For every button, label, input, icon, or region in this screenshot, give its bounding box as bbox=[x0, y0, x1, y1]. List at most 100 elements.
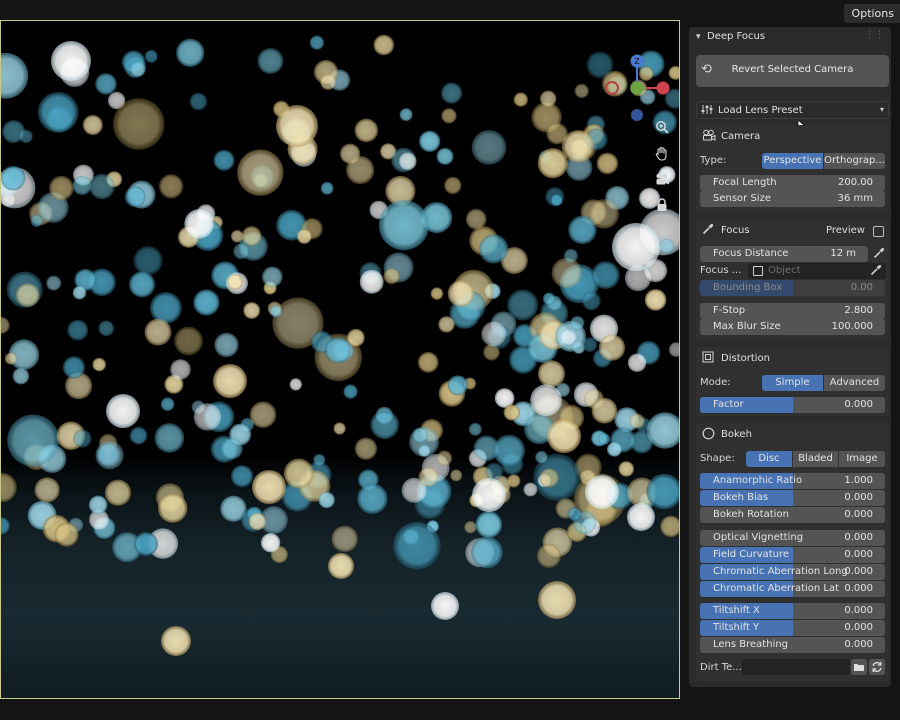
bokeh-rotation-value: 0.000 bbox=[844, 509, 873, 520]
circle-icon bbox=[702, 427, 715, 443]
camera-type-perspective[interactable]: Perspective bbox=[762, 153, 823, 169]
eyedropper-icon[interactable] bbox=[873, 247, 885, 262]
max-blur-label: Max Blur Size bbox=[713, 321, 781, 332]
optical-vignetting-label: Optical Vignetting bbox=[713, 532, 804, 543]
bokeh-rotation-label: Bokeh Rotation bbox=[713, 509, 789, 520]
camera-viewport[interactable]: Z bbox=[0, 20, 680, 699]
eyedropper-icon[interactable] bbox=[870, 264, 882, 279]
chromatic-aberration-lat-field[interactable]: Chromatic Aberration Lat 0.000 bbox=[700, 581, 885, 597]
camera-panel-header[interactable]: Camera bbox=[696, 125, 889, 147]
lens-breathing-label: Lens Breathing bbox=[713, 639, 789, 650]
tiltshift-x-field[interactable]: Tiltshift X 0.000 bbox=[700, 603, 885, 619]
focus-panel-header[interactable]: Focus Preview bbox=[696, 219, 889, 241]
camera-panel-title: Camera bbox=[721, 131, 761, 142]
tiltshift-x-value: 0.000 bbox=[844, 605, 873, 616]
tiltshift-y-label: Tiltshift Y bbox=[713, 622, 760, 633]
preview-label: Preview bbox=[826, 225, 865, 236]
distortion-panel: Distortion Mode: Simple Advanced Factor … bbox=[696, 347, 889, 416]
chevron-down-icon: ▾ bbox=[879, 105, 884, 114]
distortion-panel-title: Distortion bbox=[721, 353, 770, 364]
tiltshift-x-label: Tiltshift X bbox=[713, 605, 760, 616]
focal-length-label: Focal Length bbox=[713, 177, 777, 188]
distortion-mode-simple[interactable]: Simple bbox=[762, 375, 823, 391]
folder-icon[interactable] bbox=[851, 659, 867, 675]
distortion-factor-value: 0.000 bbox=[844, 399, 873, 410]
max-blur-value: 100.000 bbox=[831, 321, 873, 332]
chromatic-aberration-long-field[interactable]: Chromatic Aberration Long 0.000 bbox=[700, 564, 885, 580]
lens-breathing-field[interactable]: Lens Breathing 0.000 bbox=[700, 637, 885, 653]
field-curvature-field[interactable]: Field Curvature 0.000 bbox=[700, 547, 885, 563]
bokeh-bias-label: Bokeh Bias bbox=[713, 492, 769, 503]
bokeh-rotation-field[interactable]: Bokeh Rotation 0.000 bbox=[700, 507, 885, 523]
options-button[interactable]: Options bbox=[843, 4, 900, 23]
distortion-panel-header[interactable]: Distortion bbox=[696, 347, 889, 369]
sliders-icon bbox=[701, 104, 713, 118]
lens-preset-label: Load Lens Preset bbox=[718, 105, 803, 116]
refresh-icon[interactable] bbox=[869, 659, 885, 675]
sidebar-header[interactable]: ▾ Deep Focus ⋮⋮ bbox=[689, 27, 891, 49]
bokeh-bias-field[interactable]: Bokeh Bias 0.000 bbox=[700, 490, 885, 506]
lens-preset-dropdown[interactable]: Load Lens Preset ▾ bbox=[696, 101, 889, 119]
focus-panel-title: Focus bbox=[721, 225, 750, 236]
focal-length-value: 200.00 bbox=[838, 177, 873, 188]
revert-camera-label: Revert Selected Camera bbox=[731, 64, 854, 75]
drag-grip-icon[interactable]: ⋮⋮ bbox=[865, 30, 885, 40]
optical-vignetting-field[interactable]: Optical Vignetting 0.000 bbox=[700, 530, 885, 546]
sensor-size-value: 36 mm bbox=[837, 193, 873, 204]
anamorphic-ratio-field[interactable]: Anamorphic Ratio 1.000 bbox=[700, 473, 885, 489]
gizmo-x-axis[interactable] bbox=[656, 81, 670, 95]
object-icon bbox=[753, 266, 763, 276]
focus-distance-label: Focus Distance bbox=[713, 248, 789, 259]
chromatic-aberration-long-label: Chromatic Aberration Long bbox=[713, 566, 848, 577]
bounding-box-field: Bounding Box 0.00 bbox=[700, 280, 885, 296]
sidebar-title: Deep Focus bbox=[707, 31, 766, 42]
max-blur-field[interactable]: Max Blur Size 100.000 bbox=[700, 319, 885, 335]
anamorphic-ratio-label: Anamorphic Ratio bbox=[713, 475, 803, 486]
dirt-texture-field[interactable] bbox=[742, 659, 850, 675]
bounding-box-label: Bounding Box bbox=[713, 282, 783, 293]
gizmo-neg-z-axis[interactable] bbox=[631, 109, 643, 121]
f-stop-value: 2.800 bbox=[844, 305, 873, 316]
lock-icon[interactable] bbox=[653, 196, 671, 214]
bokeh-shape-label: Shape: bbox=[700, 453, 735, 464]
lens-breathing-value: 0.000 bbox=[844, 639, 873, 650]
sensor-size-label: Sensor Size bbox=[713, 193, 771, 204]
hand-pan-icon[interactable] bbox=[653, 144, 671, 162]
bokeh-panel-title: Bokeh bbox=[721, 429, 752, 440]
chevron-down-icon: ▾ bbox=[696, 32, 701, 42]
chromatic-aberration-lat-label: Chromatic Aberration Lat bbox=[713, 583, 840, 594]
focal-length-field[interactable]: Focal Length 200.00 bbox=[700, 175, 885, 191]
bokeh-render bbox=[1, 34, 679, 656]
optical-vignetting-value: 0.000 bbox=[844, 532, 873, 543]
camera-icon[interactable] bbox=[653, 170, 671, 188]
bokeh-bias-value: 0.000 bbox=[844, 492, 873, 503]
gizmo-z-label: Z bbox=[634, 57, 640, 66]
camera-type-orthographic[interactable]: Orthograp... bbox=[824, 153, 885, 169]
bokeh-shape-bladed[interactable]: Bladed bbox=[793, 451, 838, 467]
f-stop-field[interactable]: F-Stop 2.800 bbox=[700, 303, 885, 319]
gizmo-neg-x-axis[interactable] bbox=[605, 81, 619, 95]
bokeh-shape-image[interactable]: Image bbox=[839, 451, 885, 467]
revert-camera-button[interactable]: ⟲ Revert Selected Camera bbox=[696, 55, 889, 87]
tiltshift-y-value: 0.000 bbox=[844, 622, 873, 633]
focus-object-placeholder: Object bbox=[768, 265, 801, 276]
focus-distance-field[interactable]: Focus Distance 12 m bbox=[700, 246, 868, 262]
zoom-in-icon[interactable] bbox=[653, 118, 671, 136]
gizmo-y-axis[interactable] bbox=[630, 81, 644, 95]
bokeh-panel-header[interactable]: Bokeh bbox=[696, 423, 889, 445]
focus-object-field[interactable]: Object bbox=[748, 263, 886, 279]
preview-checkbox[interactable] bbox=[873, 226, 884, 237]
camera-panel: Camera Type: Perspective Orthograp... Fo… bbox=[696, 125, 889, 212]
distortion-mode-advanced[interactable]: Advanced bbox=[824, 375, 885, 391]
chromatic-aberration-long-value: 0.000 bbox=[844, 566, 873, 577]
camera-type-label: Type: bbox=[700, 155, 727, 166]
navigation-gizmo[interactable]: Z bbox=[603, 51, 675, 125]
sensor-size-field[interactable]: Sensor Size 36 mm bbox=[700, 191, 885, 207]
bokeh-panel: Bokeh Shape: Disc Bladed Image Anamorphi… bbox=[696, 423, 889, 681]
focus-distance-value: 12 m bbox=[830, 248, 856, 259]
field-curvature-value: 0.000 bbox=[844, 549, 873, 560]
tiltshift-y-field[interactable]: Tiltshift Y 0.000 bbox=[700, 620, 885, 636]
eyedropper-icon bbox=[702, 223, 714, 238]
bokeh-shape-disc[interactable]: Disc bbox=[746, 451, 792, 467]
distortion-factor-field[interactable]: Factor 0.000 bbox=[700, 397, 885, 413]
